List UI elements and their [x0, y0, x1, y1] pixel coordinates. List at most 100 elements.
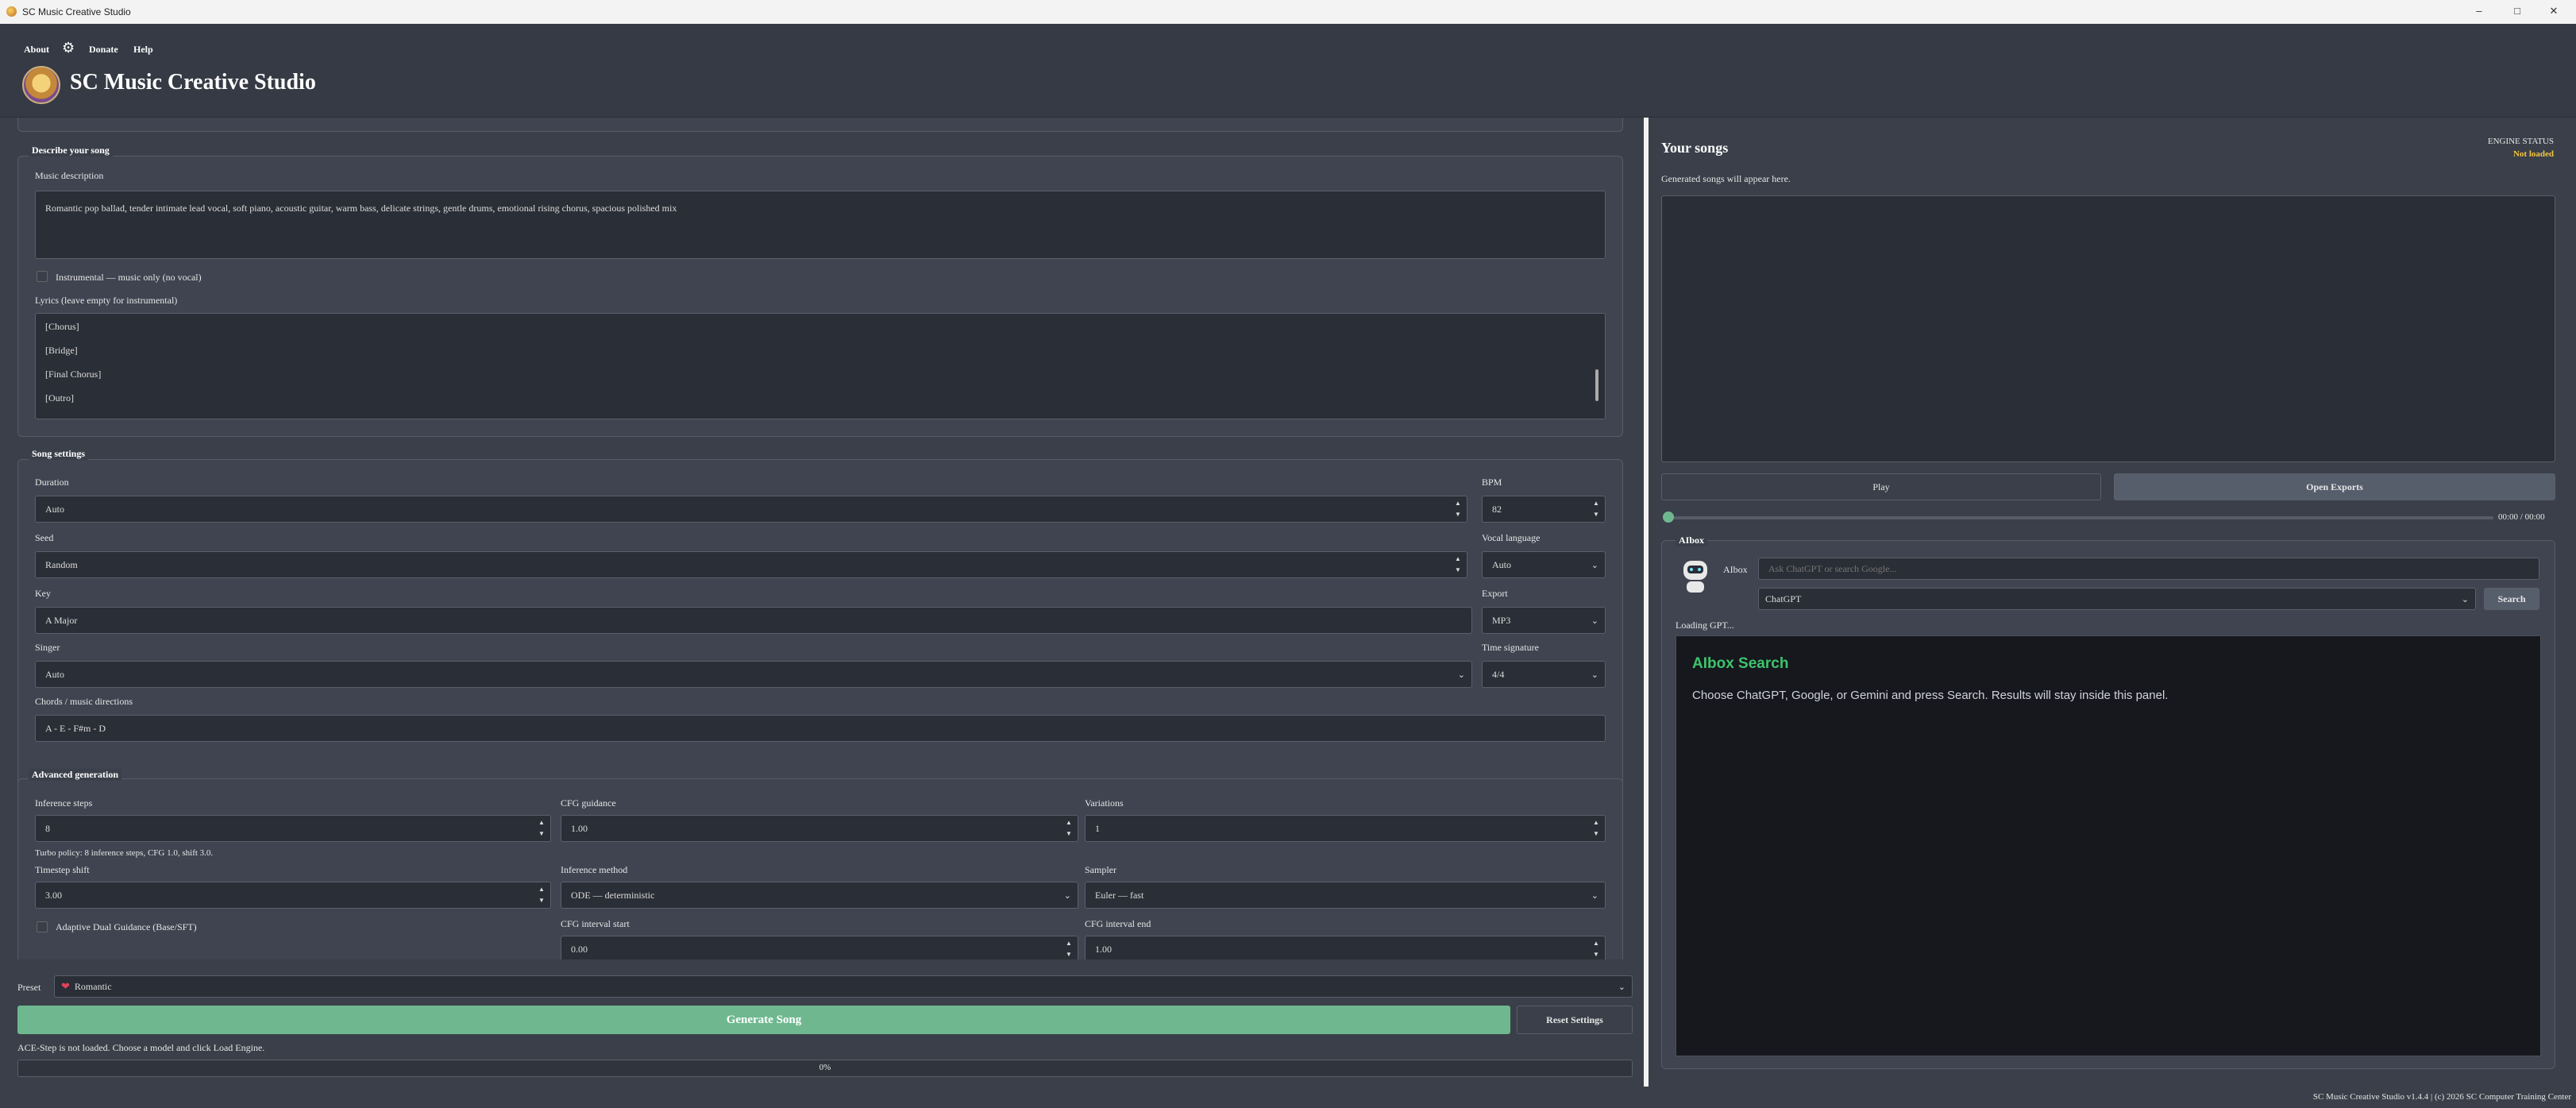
menu-donate[interactable]: Donate: [89, 44, 118, 56]
stepper-icon[interactable]: ▲ ▼: [536, 817, 547, 840]
music-description-input[interactable]: Romantic pop ballad, tender intimate lea…: [35, 191, 1606, 259]
generate-song-button[interactable]: Generate Song: [17, 1006, 1510, 1034]
song-settings-title: Song settings: [29, 448, 89, 460]
advanced-generation-group: [17, 778, 1623, 959]
turbo-policy-note: Turbo policy: 8 inference steps, CFG 1.0…: [35, 848, 214, 858]
aibox-results-panel: AIbox Search Choose ChatGPT, Google, or …: [1676, 635, 2541, 1056]
timestep-shift-value: 3.00: [45, 889, 62, 901]
window-title: SC Music Creative Studio: [22, 6, 131, 17]
key-input[interactable]: A Major: [35, 607, 1472, 634]
stepper-icon[interactable]: ▲ ▼: [1591, 938, 1602, 959]
cfg-guidance-label: CFG guidance: [561, 797, 616, 809]
chords-input[interactable]: A - E - F#m - D: [35, 715, 1606, 742]
adaptive-guidance-checkbox[interactable]: [37, 921, 48, 932]
app-logo: [22, 66, 60, 104]
app-header: [0, 24, 2576, 118]
lyrics-scrollbar[interactable]: [1595, 369, 1598, 401]
inference-steps-label: Inference steps: [35, 797, 93, 809]
stepper-icon[interactable]: ▲ ▼: [1063, 938, 1074, 959]
export-select[interactable]: MP3 ⌄: [1482, 607, 1606, 634]
preset-value: Romantic: [74, 980, 112, 992]
engine-status-value: Not loaded: [2512, 149, 2554, 159]
aibox-search-button[interactable]: Search: [2484, 588, 2539, 610]
aibox-name-label: AIbox: [1723, 564, 1748, 575]
singer-value: Auto: [45, 668, 64, 680]
chevron-down-icon: ⌄: [1618, 982, 1625, 992]
stepper-icon[interactable]: ▲ ▼: [1591, 498, 1602, 520]
inference-steps-spinbox[interactable]: 8 ▲ ▼: [35, 815, 551, 842]
aibox-loading-text: Loading GPT...: [1676, 620, 1734, 631]
cfg-guidance-spinbox[interactable]: 1.00 ▲ ▼: [561, 815, 1078, 842]
duration-label: Duration: [35, 477, 69, 488]
vocal-language-select[interactable]: Auto ⌄: [1482, 551, 1606, 578]
settings-scroll-area[interactable]: Describe your song Music description Rom…: [0, 118, 1644, 959]
lyrics-line: [Chorus]: [45, 321, 79, 332]
cfg-interval-end-spinbox[interactable]: 1.00 ▲ ▼: [1085, 936, 1606, 959]
bpm-label: BPM: [1482, 477, 1502, 488]
progress-bar: 0%: [17, 1060, 1633, 1077]
bpm-value: 82: [1492, 503, 1502, 515]
stepper-icon[interactable]: ▲ ▼: [1591, 817, 1602, 840]
footer-copyright: SC Music Creative Studio v1.4.4 | (c) 20…: [2312, 1092, 2571, 1102]
timestep-shift-spinbox[interactable]: 3.00 ▲ ▼: [35, 882, 551, 909]
singer-select[interactable]: Auto ⌄: [35, 661, 1472, 688]
lyrics-label: Lyrics (leave empty for instrumental): [35, 295, 178, 306]
pane-splitter[interactable]: [1644, 118, 1649, 1087]
music-description-value: Romantic pop ballad, tender intimate lea…: [45, 203, 677, 214]
menu-about[interactable]: About: [24, 44, 49, 56]
play-button[interactable]: Play: [1661, 473, 2101, 500]
inference-method-select[interactable]: ODE — deterministic ⌄: [561, 882, 1078, 909]
bpm-spinbox[interactable]: 82 ▲ ▼: [1482, 496, 1606, 523]
aibox-provider-select[interactable]: ChatGPT ⌄: [1758, 588, 2476, 610]
chevron-down-icon: ⌄: [1457, 670, 1465, 680]
duration-value: Auto: [45, 503, 64, 515]
inference-steps-value: 8: [45, 822, 50, 834]
open-exports-button[interactable]: Open Exports: [2114, 473, 2555, 500]
minimize-icon[interactable]: –: [2471, 3, 2487, 19]
close-icon[interactable]: ✕: [2546, 3, 2562, 19]
cfg-guidance-value: 1.00: [571, 822, 588, 834]
heart-icon: ❤: [61, 980, 70, 992]
sampler-select[interactable]: Euler — fast ⌄: [1085, 882, 1606, 909]
stepper-icon[interactable]: ▲ ▼: [1452, 554, 1463, 576]
chevron-down-icon: ⌄: [2461, 594, 2469, 604]
chevron-down-icon: ⌄: [1591, 890, 1598, 901]
cfg-interval-start-spinbox[interactable]: 0.00 ▲ ▼: [561, 936, 1078, 959]
playback-slider[interactable]: [1668, 516, 2493, 519]
chevron-down-icon: ⌄: [1591, 670, 1598, 680]
robot-icon: [1677, 556, 1714, 596]
export-label: Export: [1482, 588, 1508, 599]
duration-spinbox[interactable]: Auto ▲ ▼: [35, 496, 1467, 523]
time-signature-select[interactable]: 4/4 ⌄: [1482, 661, 1606, 688]
preset-select[interactable]: ❤ Romantic ⌄: [54, 975, 1633, 998]
timestep-shift-label: Timestep shift: [35, 864, 90, 875]
lyrics-input[interactable]: [Chorus] [Bridge] [Final Chorus] [Outro]: [35, 313, 1606, 419]
stepper-icon[interactable]: ▲ ▼: [1452, 498, 1463, 520]
engine-status-label: ENGINE STATUS: [2487, 137, 2554, 146]
stepper-icon[interactable]: ▲ ▼: [536, 884, 547, 906]
reset-settings-button[interactable]: Reset Settings: [1517, 1006, 1633, 1034]
chevron-down-icon: ⌄: [1063, 890, 1071, 901]
describe-song-title: Describe your song: [29, 145, 113, 156]
gear-icon[interactable]: ⚙: [62, 40, 75, 56]
songs-list[interactable]: [1661, 195, 2555, 462]
key-label: Key: [35, 588, 51, 599]
instrumental-label: Instrumental — music only (no vocal): [56, 272, 202, 283]
app-title: SC Music Creative Studio: [70, 70, 316, 95]
status-bar: SC Music Creative Studio v1.4.4 | (c) 20…: [0, 1088, 2576, 1108]
instrumental-checkbox[interactable]: [37, 271, 48, 282]
aibox-results-title: AIbox Search: [1692, 655, 1789, 672]
playback-slider-handle[interactable]: [1663, 512, 1674, 523]
variations-spinbox[interactable]: 1 ▲ ▼: [1085, 815, 1606, 842]
aibox-search-input[interactable]: [1758, 558, 2539, 580]
inference-method-value: ODE — deterministic: [571, 889, 655, 901]
maximize-icon[interactable]: □: [2509, 3, 2525, 19]
cfg-interval-start-value: 0.00: [571, 943, 588, 955]
stepper-icon[interactable]: ▲ ▼: [1063, 817, 1074, 840]
vocal-language-value: Auto: [1492, 558, 1511, 570]
collapsed-group-bottom: [17, 118, 1623, 132]
lyrics-line: [Bridge]: [45, 345, 78, 356]
menu-help[interactable]: Help: [133, 44, 153, 56]
seed-spinbox[interactable]: Random ▲ ▼: [35, 551, 1467, 578]
sampler-label: Sampler: [1085, 864, 1116, 875]
